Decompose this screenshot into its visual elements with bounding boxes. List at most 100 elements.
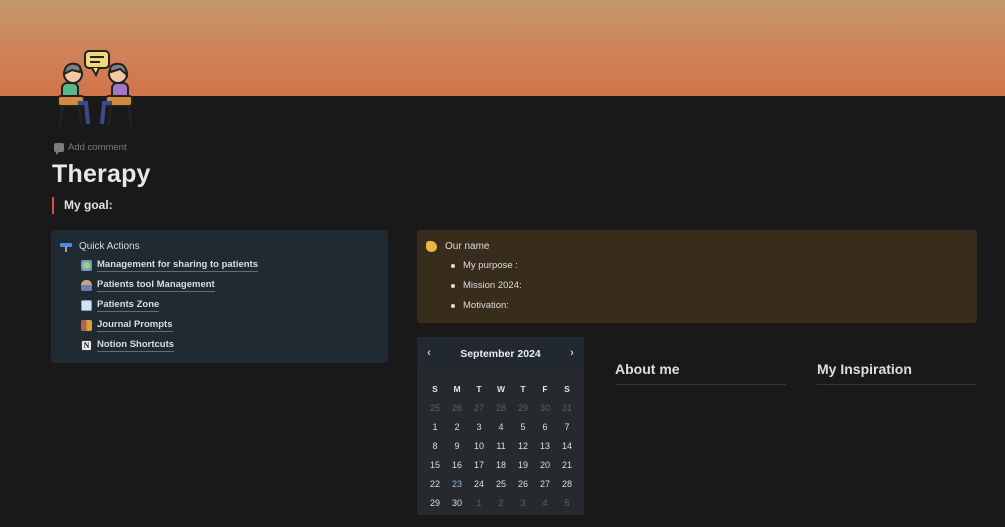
quick-actions-title: Quick Actions bbox=[79, 241, 140, 252]
weekday-row: SMTWTFS bbox=[424, 379, 578, 398]
about-me-heading[interactable]: About me bbox=[615, 361, 680, 377]
quick-action-link[interactable]: N Notion Shortcuts bbox=[81, 338, 175, 352]
calendar-day[interactable]: 24 bbox=[468, 479, 490, 489]
weekday-label: S bbox=[564, 383, 570, 394]
calendar-day[interactable]: 18 bbox=[490, 460, 512, 470]
calendar-day[interactable]: 11 bbox=[490, 441, 512, 451]
bullet-dot bbox=[451, 263, 455, 268]
list-item[interactable]: Mission 2024: bbox=[451, 280, 522, 291]
two-people-talking-icon bbox=[57, 50, 133, 127]
calendar-day[interactable]: 6 bbox=[534, 422, 556, 432]
quick-action-link[interactable]: Patients Zone bbox=[81, 298, 160, 312]
quick-actions-header: Quick Actions bbox=[60, 241, 140, 252]
calendar-day[interactable]: 13 bbox=[534, 441, 556, 451]
calendar-day[interactable]: 16 bbox=[446, 460, 468, 470]
person-icon bbox=[81, 279, 92, 291]
prev-month-button[interactable]: ‹ bbox=[423, 347, 435, 359]
calendar-day[interactable]: 2 bbox=[490, 498, 512, 508]
calendar-day[interactable]: 30 bbox=[534, 403, 556, 413]
calendar-day[interactable]: 7 bbox=[556, 422, 578, 432]
calendar-day[interactable]: 15 bbox=[424, 460, 446, 470]
our-name-title: Our name bbox=[445, 241, 490, 252]
add-comment-button[interactable]: Add comment bbox=[54, 140, 127, 155]
calendar-widget: ‹ September 2024 › S M T W T F S 25 26 27 28 29 30 31… bbox=[417, 337, 584, 515]
calendar-day[interactable]: 28 bbox=[556, 479, 578, 489]
hammer-icon bbox=[60, 242, 72, 252]
comment-icon bbox=[54, 142, 64, 155]
quick-action-link[interactable]: Management for sharing to patients bbox=[81, 258, 258, 272]
motivation-text: Motivation: bbox=[463, 300, 509, 311]
calendar-week-row: 1234567 bbox=[424, 417, 578, 436]
journal-icon bbox=[81, 319, 92, 331]
calendar-day[interactable]: 31 bbox=[556, 403, 578, 413]
my-inspiration-heading[interactable]: My Inspiration bbox=[817, 361, 912, 377]
calendar-day[interactable]: 28 bbox=[490, 403, 512, 413]
calendar-day[interactable]: 25 bbox=[424, 403, 446, 413]
calendar-day[interactable]: 2 bbox=[446, 422, 468, 432]
quick-actions-callout: Quick Actions Management for sharing to … bbox=[51, 230, 388, 363]
our-name-header: Our name bbox=[426, 241, 489, 252]
page-title[interactable]: Therapy bbox=[52, 160, 151, 189]
calendar-day[interactable]: 10 bbox=[468, 441, 490, 451]
page-cover bbox=[0, 0, 1005, 96]
calendar-day[interactable]: 12 bbox=[512, 441, 534, 451]
calendar-day[interactable]: 5 bbox=[556, 498, 578, 508]
hospital-icon bbox=[81, 299, 92, 311]
calendar-day[interactable]: 1 bbox=[424, 422, 446, 432]
calendar-day[interactable]: 26 bbox=[512, 479, 534, 489]
our-name-callout: Our name My purpose : Mission 2024: Moti… bbox=[417, 230, 977, 323]
mission-text: Mission 2024: bbox=[463, 280, 522, 291]
calendar-day[interactable]: 9 bbox=[446, 441, 468, 451]
quick-action-link[interactable]: Patients tool Management bbox=[81, 278, 215, 292]
calendar-day[interactable]: 19 bbox=[512, 460, 534, 470]
calendar-week-row: 25 26 27 28 29 30 31 bbox=[424, 398, 578, 417]
about-me-divider bbox=[615, 384, 786, 385]
calendar-header: ‹ September 2024 › bbox=[417, 337, 584, 370]
goal-quote[interactable]: My goal: bbox=[52, 197, 113, 214]
list-item[interactable]: Motivation: bbox=[451, 300, 509, 311]
calendar-day[interactable]: 27 bbox=[534, 479, 556, 489]
quick-action-link[interactable]: Journal Prompts bbox=[81, 318, 173, 332]
calendar-day[interactable]: 20 bbox=[534, 460, 556, 470]
calendar-grid: S M T W T F S 25 26 27 28 29 30 31 1 2 3 4 5 6 7 8 9 10 11 12 13 14… bbox=[424, 379, 578, 512]
calendar-day[interactable]: 30 bbox=[446, 498, 468, 508]
calendar-day[interactable]: 17 bbox=[468, 460, 490, 470]
calendar-month-title: September 2024 bbox=[460, 347, 541, 360]
weekday-label: T bbox=[476, 383, 482, 394]
calendar-day[interactable]: 1 bbox=[468, 498, 490, 508]
weekday-label: W bbox=[496, 383, 506, 394]
weekday-label: F bbox=[542, 383, 548, 394]
bullet-dot bbox=[451, 303, 455, 308]
calendar-day[interactable]: 29 bbox=[512, 403, 534, 413]
purpose-text: My purpose : bbox=[463, 260, 518, 271]
calendar-day[interactable]: 21 bbox=[556, 460, 578, 470]
next-month-button[interactable]: › bbox=[566, 347, 578, 359]
add-comment-label: Add comment bbox=[68, 141, 127, 153]
calendar-day[interactable]: 25 bbox=[490, 479, 512, 489]
calendar-day[interactable]: 14 bbox=[556, 441, 578, 451]
weekday-label: M bbox=[453, 383, 461, 394]
bullet-dot bbox=[451, 283, 455, 288]
calendar-day[interactable]: 4 bbox=[490, 422, 512, 432]
calendar-day[interactable]: 29 bbox=[424, 498, 446, 508]
recycle-icon bbox=[81, 259, 92, 271]
calendar-day[interactable]: 4 bbox=[534, 498, 556, 508]
list-item[interactable]: My purpose : bbox=[451, 260, 518, 271]
notion-icon: N bbox=[81, 339, 92, 351]
calendar-day[interactable]: 26 bbox=[446, 403, 468, 413]
calendar-day[interactable]: 22 bbox=[424, 479, 446, 489]
calendar-day[interactable]: 3 bbox=[512, 498, 534, 508]
weekday-label: T bbox=[520, 383, 526, 394]
calendar-day[interactable]: 3 bbox=[468, 422, 490, 432]
calendar-day[interactable]: 27 bbox=[468, 403, 490, 413]
weekday-label: S bbox=[432, 383, 438, 394]
calendar-day[interactable]: 23 bbox=[446, 479, 468, 489]
waving-hand-icon bbox=[426, 241, 437, 252]
calendar-week-row: 22 23 24 25 26 27 28 bbox=[424, 474, 578, 493]
calendar-day[interactable]: 8 bbox=[424, 441, 446, 451]
calendar-week-row: 29 30 1 2 3 4 5 bbox=[424, 493, 578, 512]
quick-action-label: Management for sharing to patients bbox=[97, 258, 258, 272]
quick-action-label: Journal Prompts bbox=[97, 318, 173, 332]
calendar-day[interactable]: 5 bbox=[512, 422, 534, 432]
calendar-week-row: 8 9 10 11 12 13 14 bbox=[424, 436, 578, 455]
